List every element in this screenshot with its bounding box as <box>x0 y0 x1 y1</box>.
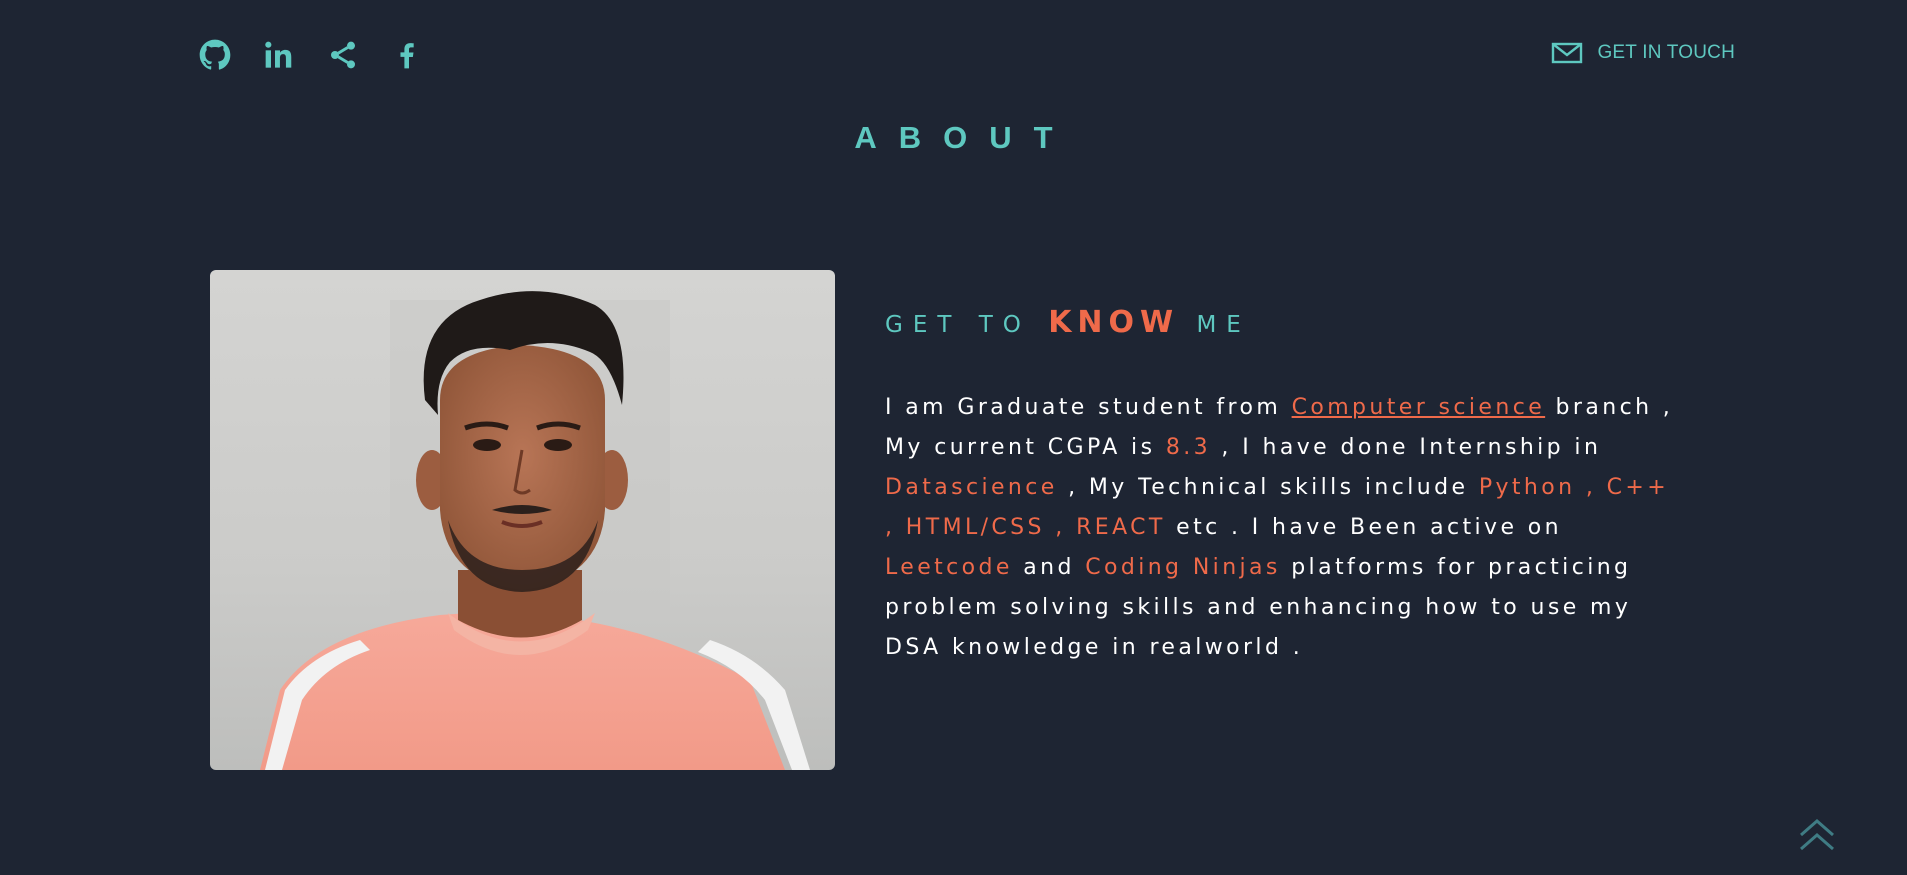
leetcode-highlight: Leetcode <box>885 555 1013 580</box>
heading-get-to: GET TO <box>885 312 1031 338</box>
top-navbar: GET IN TOUCH <box>0 0 1907 110</box>
about-content: GET TO KNOW ME I am Graduate student fro… <box>885 305 1685 668</box>
get-in-touch-label: GET IN TOUCH <box>1597 42 1735 63</box>
linkedin-icon[interactable] <box>262 38 296 72</box>
share-icon[interactable] <box>326 38 360 72</box>
bio-text: , My Technical skills include <box>1057 475 1479 500</box>
bio-text: , I have done Internship in <box>1211 435 1602 460</box>
about-heading: GET TO KNOW ME <box>885 305 1685 340</box>
section-title: ABOUT <box>854 120 1075 155</box>
facebook-icon[interactable] <box>390 38 424 72</box>
github-icon[interactable] <box>198 38 232 72</box>
profile-photo <box>210 270 835 770</box>
bio-paragraph: I am Graduate student from Computer scie… <box>885 388 1675 668</box>
bio-text: etc . I have Been active on <box>1165 515 1562 540</box>
get-in-touch-link[interactable]: GET IN TOUCH <box>1551 41 1735 65</box>
cgpa-value: 8.3 <box>1165 435 1212 460</box>
social-links <box>198 38 424 72</box>
bio-text: I am Graduate student from <box>885 395 1292 420</box>
heading-know: KNOW <box>1048 305 1180 340</box>
branch-link[interactable]: Computer science <box>1292 395 1546 420</box>
scroll-to-top-button[interactable] <box>1797 815 1837 855</box>
internship-highlight: Datascience <box>885 475 1058 500</box>
heading-me: ME <box>1196 312 1251 338</box>
mail-icon <box>1552 42 1583 64</box>
bio-text: and <box>1012 555 1086 580</box>
chevron-double-up-icon <box>1800 819 1834 851</box>
coding-ninjas-highlight: Coding Ninjas <box>1085 555 1281 580</box>
